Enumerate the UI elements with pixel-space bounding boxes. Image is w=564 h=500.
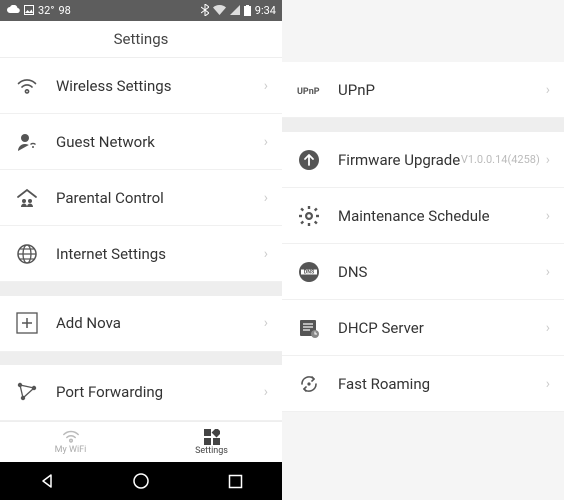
bluetooth-icon — [201, 4, 209, 16]
status-temp: 32° — [38, 4, 54, 17]
chevron-right-icon: › — [264, 384, 268, 400]
upgrade-icon — [296, 147, 322, 173]
chevron-right-icon: › — [264, 315, 268, 331]
row-label: Wireless Settings — [56, 77, 264, 95]
tab-label: Settings — [195, 446, 228, 456]
roaming-icon — [296, 371, 322, 397]
section-gap — [282, 118, 564, 132]
row-label: UPnP — [338, 81, 546, 99]
row-parental-control[interactable]: Parental Control › — [0, 170, 282, 226]
row-label: Internet Settings — [56, 245, 264, 263]
globe-icon — [14, 241, 40, 267]
chevron-right-icon: › — [546, 264, 550, 280]
parental-icon — [14, 185, 40, 211]
row-label: Parental Control — [56, 189, 264, 207]
dns-icon: DNS — [296, 259, 322, 285]
row-dns[interactable]: DNS DNS › — [282, 244, 564, 300]
plus-icon — [14, 310, 40, 336]
chevron-right-icon: › — [264, 190, 268, 206]
row-trail: V1.0.0.14(4258) — [461, 153, 540, 166]
chevron-right-icon: › — [546, 320, 550, 336]
chevron-right-icon: › — [264, 134, 268, 150]
chevron-right-icon: › — [264, 246, 268, 262]
section-gap — [0, 282, 282, 295]
squares-icon — [204, 429, 220, 445]
chevron-right-icon: › — [264, 78, 268, 94]
status-bar: 32° 98 9:34 — [0, 0, 282, 21]
right-top-gap — [282, 0, 564, 62]
settings-list-2: Add Nova › — [0, 296, 282, 352]
row-firmware-upgrade[interactable]: Firmware Upgrade V1.0.0.14(4258) › — [282, 132, 564, 188]
settings-list-3: Port Forwarding › — [0, 365, 282, 421]
dhcp-icon — [296, 315, 322, 341]
cloud-icon — [6, 5, 20, 15]
wifi-icon — [61, 429, 81, 444]
signal-icon — [230, 5, 240, 15]
wifi-icon — [14, 73, 40, 99]
row-port-forwarding[interactable]: Port Forwarding › — [0, 365, 282, 421]
row-maintenance-schedule[interactable]: Maintenance Schedule › — [282, 188, 564, 244]
status-count: 98 — [58, 4, 70, 17]
row-label: Firmware Upgrade — [338, 151, 461, 169]
image-icon — [24, 5, 34, 15]
svg-text:DNS: DNS — [304, 269, 315, 275]
bottom-tabs: My WiFi Settings — [0, 421, 282, 463]
right-bottom-fill — [282, 412, 564, 500]
section-gap — [0, 352, 282, 365]
row-label: Fast Roaming — [338, 375, 546, 393]
guest-icon — [14, 129, 40, 155]
tab-label: My WiFi — [55, 445, 87, 455]
page-title-text: Settings — [114, 30, 169, 48]
row-label: DHCP Server — [338, 319, 546, 337]
row-wireless-settings[interactable]: Wireless Settings › — [0, 58, 282, 114]
nav-recent[interactable] — [224, 470, 246, 492]
battery-icon — [244, 5, 251, 16]
tab-mywifi[interactable]: My WiFi — [0, 422, 141, 463]
gear-icon — [296, 203, 322, 229]
row-label: Port Forwarding — [56, 383, 264, 401]
nav-back[interactable] — [36, 470, 58, 492]
chevron-right-icon: › — [546, 208, 550, 224]
row-dhcp-server[interactable]: DHCP Server › — [282, 300, 564, 356]
settings-list-1: Wireless Settings › Guest Network › Pare… — [0, 58, 282, 282]
row-label: Guest Network — [56, 133, 264, 151]
page-title: Settings — [0, 21, 282, 59]
row-label: DNS — [338, 263, 546, 281]
nav-home[interactable] — [130, 470, 152, 492]
chevron-right-icon: › — [546, 376, 550, 392]
portfwd-icon — [14, 379, 40, 405]
row-label: Maintenance Schedule — [338, 207, 546, 225]
status-time: 9:34 — [255, 4, 276, 17]
tab-settings[interactable]: Settings — [141, 422, 282, 463]
row-upnp[interactable]: UPnP UPnP › — [282, 62, 564, 118]
row-fast-roaming[interactable]: Fast Roaming › — [282, 356, 564, 412]
row-add-nova[interactable]: Add Nova › — [0, 296, 282, 352]
android-nav-bar — [0, 462, 282, 500]
svg-text:UPnP: UPnP — [297, 87, 320, 97]
chevron-right-icon: › — [546, 152, 550, 168]
row-internet-settings[interactable]: Internet Settings › — [0, 226, 282, 282]
row-guest-network[interactable]: Guest Network › — [0, 114, 282, 170]
row-label: Add Nova — [56, 314, 264, 332]
chevron-right-icon: › — [546, 82, 550, 98]
right-list-2: Firmware Upgrade V1.0.0.14(4258) › Maint… — [282, 132, 564, 412]
wifi-icon — [213, 5, 226, 15]
right-list-1: UPnP UPnP › — [282, 62, 564, 118]
upnp-icon: UPnP — [296, 77, 322, 103]
